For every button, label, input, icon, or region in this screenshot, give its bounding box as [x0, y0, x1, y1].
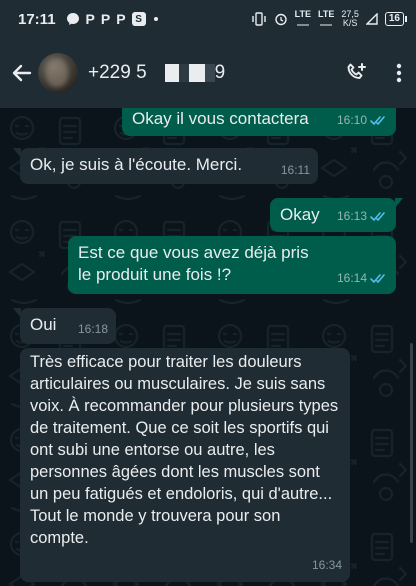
- chat-header: +229 5 9: [0, 38, 416, 108]
- back-arrow-icon: [12, 64, 32, 82]
- message-text: Okay: [280, 205, 320, 224]
- s-notification-icon: S: [131, 12, 146, 26]
- contact-name[interactable]: +229 5 9: [88, 62, 225, 84]
- vibrate-icon: [251, 12, 266, 26]
- bubble-tail: [13, 148, 21, 158]
- message-text: Est ce que vous avez déjà pris le produi…: [78, 243, 309, 284]
- contact-avatar[interactable]: [38, 53, 78, 93]
- status-bar: 17:11 P P P S LTE LTE 27,5 K/S 16: [0, 0, 416, 38]
- battery-indicator: 16: [384, 12, 408, 26]
- contact-number: +229 5: [88, 62, 147, 83]
- message-bubble-outgoing[interactable]: Okay 16:13: [270, 198, 403, 232]
- contact-number-tail: 9: [214, 62, 226, 83]
- redacted-number-block: [154, 63, 215, 83]
- message-meta: 16:18: [78, 318, 108, 340]
- message-meta: 16:10: [337, 109, 388, 131]
- message-bubble-incoming[interactable]: Ok, je suis à l'écoute. Merci. 16:11: [13, 148, 318, 184]
- add-call-icon[interactable]: [344, 61, 368, 85]
- back-button[interactable]: [8, 59, 36, 87]
- network-speed: 27,5 K/S: [341, 9, 359, 28]
- bubble-tail: [395, 198, 403, 208]
- message-text: Très efficace pour traiter les douleurs …: [30, 353, 339, 547]
- message-text: Oui: [30, 315, 57, 334]
- message-bubble-outgoing[interactable]: Est ce que vous avez déjà pris le produi…: [68, 236, 396, 294]
- message-time: 16:14: [336, 271, 367, 285]
- chat-scrollbar[interactable]: [410, 343, 413, 543]
- message-time: 16:18: [77, 322, 108, 336]
- message-bubble-incoming[interactable]: Très efficace pour traiter les douleurs …: [20, 348, 350, 582]
- status-right-icons: LTE LTE 27,5 K/S 16: [251, 9, 408, 28]
- read-receipt-icon: [370, 115, 385, 125]
- more-notifications-dot-icon: [153, 17, 158, 21]
- messenger-icon: [66, 13, 79, 25]
- message-meta: 16:34: [312, 554, 342, 576]
- p-notification-icon: P: [100, 11, 111, 27]
- p-notification-icon: P: [116, 11, 126, 27]
- message-time: 16:13: [336, 209, 367, 223]
- header-actions: [344, 61, 402, 85]
- signal-icon: [365, 13, 378, 25]
- lte-2-label: LTE: [318, 9, 335, 26]
- message-meta: 16:13: [337, 205, 388, 227]
- message-text: Ok, je suis à l'écoute. Merci.: [30, 155, 243, 174]
- alarm-icon: [274, 13, 287, 26]
- message-time: 16:34: [311, 558, 342, 572]
- chat-area[interactable]: Okay il vous contactera 16:10 Ok, je sui…: [0, 108, 416, 586]
- more-options-icon[interactable]: [396, 62, 402, 84]
- message-time: 16:11: [280, 163, 310, 177]
- message-time: 16:10: [336, 113, 367, 127]
- message-bubble-outgoing[interactable]: Okay il vous contactera 16:10: [122, 108, 396, 136]
- p-notification-icon: P: [85, 11, 95, 27]
- read-receipt-icon: [370, 211, 385, 221]
- read-receipt-icon: [370, 273, 385, 283]
- lte-1-label: LTE: [294, 9, 311, 26]
- status-time: 17:11: [18, 10, 56, 28]
- message-meta: 16:11: [281, 159, 310, 181]
- message-meta: 16:14: [337, 267, 388, 289]
- message-bubble-incoming[interactable]: Oui 16:18: [13, 308, 116, 344]
- message-text: Okay il vous contactera: [132, 109, 309, 128]
- bubble-tail: [13, 308, 21, 318]
- notification-icons: P P P S: [66, 11, 158, 27]
